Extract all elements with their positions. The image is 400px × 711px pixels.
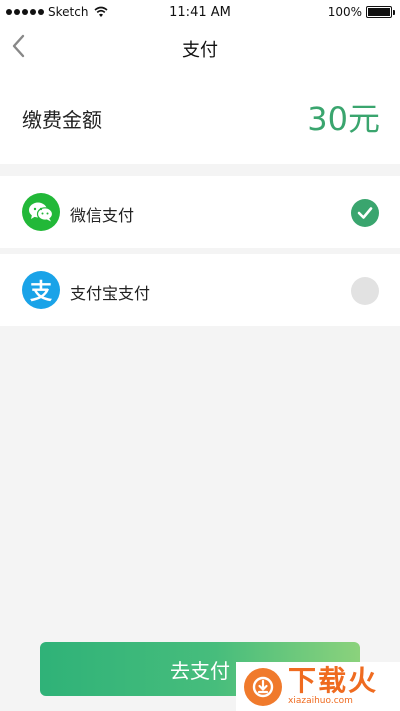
amount-value: 30元 [307,100,380,138]
payment-option-label: 微信支付 [70,206,135,225]
payment-screen: Sketch 11:41 AM 100% 支付 缴费金额 30元 微信支付 支 … [0,0,400,711]
unselected-radio-icon[interactable] [351,277,379,305]
status-right: 100% [327,5,395,19]
selected-check-icon[interactable] [351,199,379,227]
wechat-icon [22,193,60,231]
page-title: 支付 [182,40,218,61]
payment-option-label: 支付宝支付 [70,284,151,303]
alipay-icon-glyph: 支 [29,280,52,305]
status-bar: Sketch 11:41 AM 100% [0,0,400,26]
payment-option-alipay[interactable]: 支 支付宝支付 [0,254,400,326]
watermark-logo: 下载火 xiazaihuo.com [236,662,400,711]
payment-method-list: 微信支付 支 支付宝支付 [0,176,400,326]
amount-label: 缴费金额 [22,108,102,132]
payment-option-wechat[interactable]: 微信支付 [0,176,400,248]
amount-card: 缴费金额 30元 [0,68,400,164]
watermark-text: 下载火 xiazaihuo.com [288,667,378,706]
alipay-icon: 支 [22,271,60,309]
battery-icon [366,6,395,18]
flame-download-icon [244,667,282,706]
battery-percentage: 100% [327,5,362,19]
watermark-url: xiazaihuo.com [288,696,353,706]
watermark-title: 下载火 [288,664,379,697]
nav-bar: 支付 [0,26,400,68]
